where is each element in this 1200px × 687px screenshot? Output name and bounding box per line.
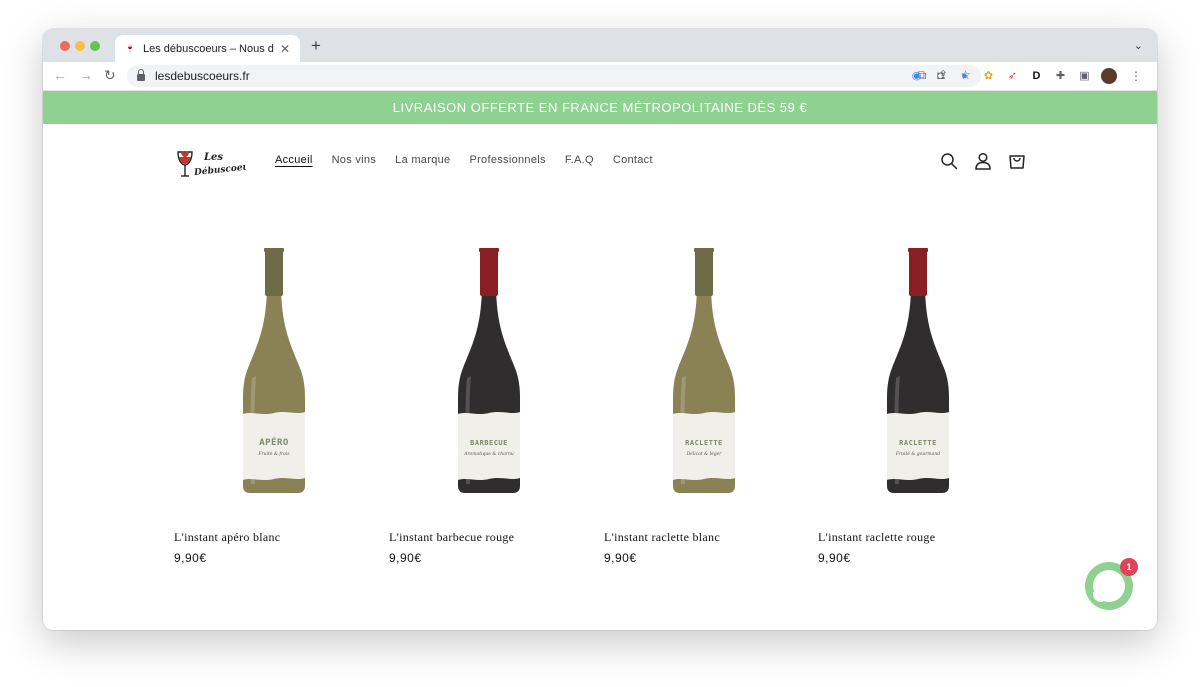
d-extension-icon[interactable]: D (1029, 69, 1044, 84)
wine-bottle-image: APÉRO Fruité & frais (243, 248, 305, 493)
bottle-label-subtitle: Fruité & frais (257, 450, 290, 457)
wine-bottle-image: BARBECUE Aromatique & charnu (458, 248, 520, 493)
wine-bottle-image: RACLETTE Délicat & léger (673, 248, 735, 493)
password-manager-icon[interactable]: ◉ (909, 69, 924, 84)
logo-text-line1: Les (203, 152, 223, 163)
nav-item-professionnels[interactable]: Professionnels (469, 154, 545, 166)
colorful-extension-icon[interactable]: ✿ (981, 69, 996, 84)
maximize-window-button[interactable] (90, 41, 100, 51)
product-price: 9,90€ (174, 551, 207, 565)
nav-item-accueil[interactable]: Accueil (275, 154, 313, 166)
bottle-label-title: BARBECUE (470, 439, 508, 447)
tab-search-chevron-icon[interactable]: ⌄ (1134, 39, 1143, 52)
side-panel-icon[interactable]: ▣ (1077, 69, 1092, 84)
product-price: 9,90€ (389, 551, 422, 565)
puzzle-extensions-icon[interactable]: ✚ (1053, 69, 1068, 84)
bottle-capsule-top (908, 248, 928, 252)
tab-title: Les débuscoeurs – Nous débuscons (143, 42, 274, 55)
search-icon[interactable] (940, 152, 958, 170)
chat-notification-badge: 1 (1120, 558, 1138, 576)
bottle-capsule-top (694, 248, 714, 252)
bottle-label-subtitle: Fruité & gourmand (895, 450, 940, 457)
bottle-label-title: RACLETTE (685, 439, 723, 447)
blue-dot-extension-icon[interactable]: ● (957, 69, 972, 84)
kebab-menu-icon[interactable]: ⋮ (1130, 69, 1142, 83)
close-window-button[interactable] (60, 41, 70, 51)
tab-close-icon[interactable]: ✕ (280, 42, 290, 56)
site-favicon-icon: 🍷 (125, 44, 135, 53)
browser-tab[interactable]: 🍷 Les débuscoeurs – Nous débuscons ✕ (115, 35, 300, 62)
nav-item-nos-vins[interactable]: Nos vins (332, 154, 377, 166)
browser-toolbar: ← → ↻ lesdebuscoeurs.fr ⧉ ⇪ ☆ ◉ ◘ ● ✿ ➶ … (43, 62, 1157, 91)
back-arrow-icon[interactable]: ← (53, 67, 67, 83)
browser-window: 🍷 Les débuscoeurs – Nous débuscons ✕ + ⌄… (43, 29, 1157, 630)
forward-arrow-icon[interactable]: → (79, 67, 93, 83)
announcement-bar: LIVRAISON OFFERTE EN FRANCE MÉTROPOLITAI… (43, 91, 1157, 124)
lock-icon[interactable] (137, 69, 145, 81)
account-icon[interactable] (974, 152, 992, 170)
announcement-text: LIVRAISON OFFERTE EN FRANCE MÉTROPOLITAI… (392, 100, 808, 115)
profile-avatar[interactable] (1101, 68, 1117, 84)
tab-strip: 🍷 Les débuscoeurs – Nous débuscons ✕ + ⌄ (43, 29, 1157, 62)
main-nav: Accueil Nos vins La marque Professionnel… (275, 154, 653, 166)
bottle-label-subtitle: Délicat & léger (686, 450, 723, 457)
product-card[interactable]: APÉRO Fruité & frais L'instant apéro blan… (174, 239, 374, 565)
nav-item-contact[interactable]: Contact (613, 154, 653, 166)
bottle-capsule (695, 248, 713, 296)
new-tab-button[interactable]: + (311, 37, 321, 55)
product-name[interactable]: L'instant raclette blanc (604, 530, 720, 545)
bottle-capsule (265, 248, 283, 296)
product-name[interactable]: L'instant raclette rouge (818, 530, 935, 545)
wine-glass-logo-icon: Les Débuscoeurs (177, 151, 259, 178)
minimize-window-button[interactable] (75, 41, 85, 51)
product-image[interactable]: RACLETTE Fruité & gourmand (818, 239, 1018, 494)
bottle-label-title: RACLETTE (899, 439, 937, 447)
product-card[interactable]: BARBECUE Aromatique & charnu L'instant ba… (389, 239, 589, 565)
product-name[interactable]: L'instant apéro blanc (174, 530, 280, 545)
product-price: 9,90€ (818, 551, 851, 565)
bottle-capsule-top (264, 248, 284, 252)
address-bar[interactable]: lesdebuscoeurs.fr ⧉ ⇪ ☆ (127, 65, 981, 87)
bottle-capsule (480, 248, 498, 296)
product-name[interactable]: L'instant barbecue rouge (389, 530, 514, 545)
site-logo[interactable]: Les Débuscoeurs (174, 146, 259, 182)
product-image[interactable]: BARBECUE Aromatique & charnu (389, 239, 589, 494)
chat-bubble-tail (1093, 592, 1103, 602)
bottle-capsule (909, 248, 927, 296)
product-image[interactable]: RACLETTE Délicat & léger (604, 239, 804, 494)
wine-bottle-image: RACLETTE Fruité & gourmand (887, 248, 949, 493)
product-card[interactable]: RACLETTE Délicat & léger L'instant raclet… (604, 239, 804, 565)
bottle-label-title: APÉRO (259, 436, 289, 448)
nav-item-faq[interactable]: F.A.Q (565, 154, 594, 166)
bottle-label-subtitle: Aromatique & charnu (463, 451, 514, 457)
url-text: lesdebuscoeurs.fr (155, 69, 250, 83)
cart-icon[interactable] (1008, 152, 1026, 170)
camera-icon[interactable]: ◘ (933, 69, 948, 84)
header-actions (940, 152, 1026, 170)
product-price: 9,90€ (604, 551, 637, 565)
extensions-bar: ◉ ◘ ● ✿ ➶ D ✚ ▣ ⋮ (909, 68, 1142, 84)
product-image[interactable]: APÉRO Fruité & frais (174, 239, 374, 494)
product-card[interactable]: RACLETTE Fruité & gourmand L'instant racl… (818, 239, 1018, 565)
reload-icon[interactable]: ↻ (104, 67, 116, 84)
bottle-capsule-top (479, 248, 499, 252)
pepper-extension-icon[interactable]: ➶ (1005, 69, 1020, 84)
nav-item-la-marque[interactable]: La marque (395, 154, 450, 166)
